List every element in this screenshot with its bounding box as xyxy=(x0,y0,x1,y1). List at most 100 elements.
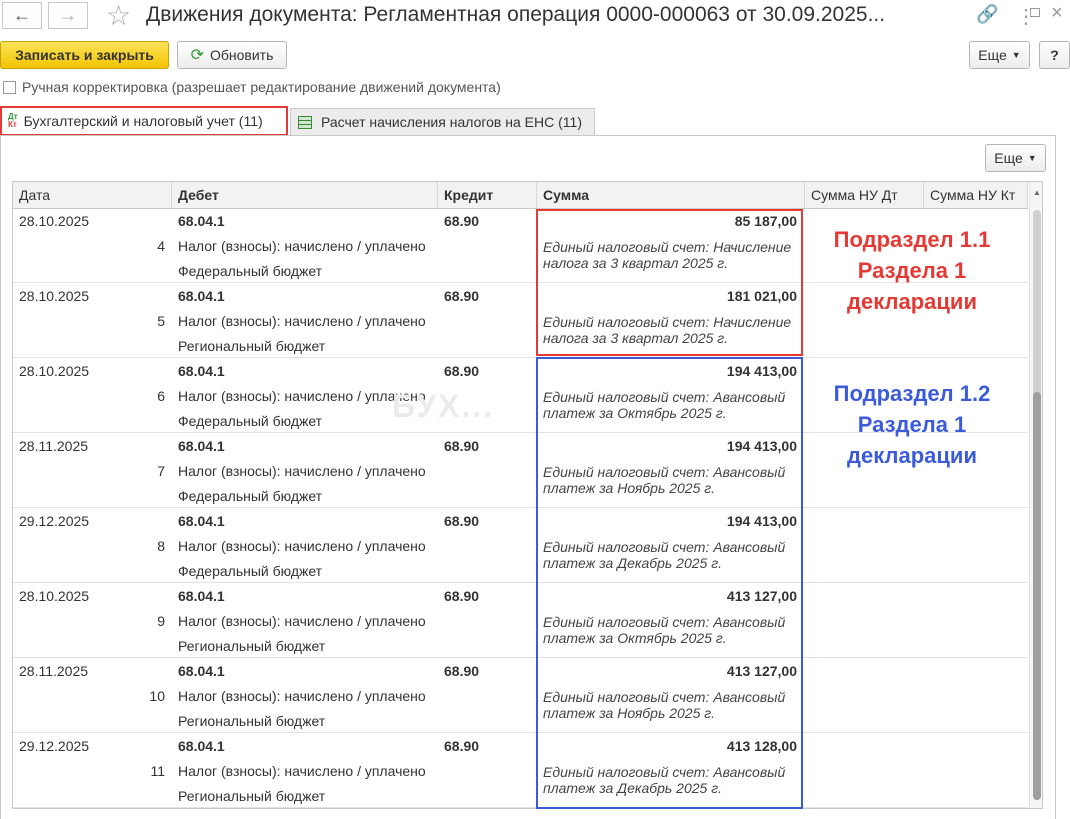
cell-credit-account: 68.90 xyxy=(444,363,480,379)
star-icon[interactable]: ☆ xyxy=(106,0,131,32)
section-1-2-highlight xyxy=(536,357,803,809)
section-1-1-line: Раздела 1 xyxy=(857,258,967,283)
tab-ens-label: Расчет начисления налогов на ЕНС (11) xyxy=(321,114,582,130)
tab-accounting[interactable]: Дт Кт Бухгалтерский и налоговый учет (11) xyxy=(0,106,288,136)
refresh-icon: ⟳ xyxy=(190,47,204,64)
refresh-button[interactable]: ⟳ Обновить xyxy=(177,41,287,69)
cell-debit-subconto-1: Налог (взносы): начислено / уплачено xyxy=(178,613,426,629)
section-1-1-line: Подраздел 1.1 xyxy=(833,227,991,252)
table-header: Дата Дебет Кредит Сумма Сумма НУ Дт Сумм… xyxy=(13,182,1028,209)
cell-row-number: 11 xyxy=(150,763,165,779)
watermark: БУХ... xyxy=(392,388,495,424)
cell-debit-subconto-2: Региональный бюджет xyxy=(178,638,326,654)
cell-debit-account: 68.04.1 xyxy=(178,363,225,379)
section-1-1-line: декларации xyxy=(847,289,977,314)
cell-row-number: 7 xyxy=(157,463,165,479)
cell-row-number: 9 xyxy=(157,613,165,629)
cell-debit-account: 68.04.1 xyxy=(178,288,225,304)
cell-debit-subconto-2: Региональный бюджет xyxy=(178,338,326,354)
cell-debit-account: 68.04.1 xyxy=(178,588,225,604)
link-icon[interactable]: 🔗 xyxy=(976,4,998,25)
more-button[interactable]: Еще ▼ xyxy=(969,41,1030,69)
cell-credit-account: 68.90 xyxy=(444,738,480,754)
cell-debit-account: 68.04.1 xyxy=(178,738,225,754)
forward-button[interactable]: → xyxy=(48,2,88,29)
cell-credit-account: 68.90 xyxy=(444,438,480,454)
cell-debit-subconto-2: Федеральный бюджет xyxy=(178,263,323,279)
column-header-credit[interactable]: Кредит xyxy=(438,182,537,208)
cell-credit-account: 68.90 xyxy=(444,588,480,604)
table-icon xyxy=(298,115,312,129)
cell-debit-subconto-1: Налог (взносы): начислено / уплачено xyxy=(178,238,426,254)
cell-row-number: 5 xyxy=(157,313,165,329)
cell-date: 28.10.2025 xyxy=(19,588,90,604)
cell-debit-subconto-1: Налог (взносы): начислено / уплачено xyxy=(178,688,426,704)
table-row[interactable]: 28.10.2025 9 68.04.1 Налог (взносы): начисл… xyxy=(13,583,1028,658)
tab-accounting-label: Бухгалтерский и налоговый учет (11) xyxy=(23,113,263,129)
table-row[interactable]: 29.12.2025 11 68.04.1 Налог (взносы): начис… xyxy=(13,733,1028,808)
section-1-2-note: Подраздел 1.2 Раздела 1 декларации xyxy=(812,378,1012,471)
section-1-1-highlight xyxy=(536,209,803,356)
manual-correction-label: Ручная корректировка (разрешает редактир… xyxy=(22,79,501,95)
cell-credit-account: 68.90 xyxy=(444,288,480,304)
cell-row-number: 8 xyxy=(157,538,165,554)
section-1-1-note: Подраздел 1.1 Раздела 1 декларации xyxy=(812,224,1012,317)
maximize-icon[interactable] xyxy=(1030,8,1040,17)
dt-kt-icon: Дт Кт xyxy=(8,112,18,129)
cell-debit-subconto-2: Федеральный бюджет xyxy=(178,413,323,429)
cell-debit-subconto-1: Налог (взносы): начислено / уплачено xyxy=(178,313,426,329)
cell-debit-subconto-1: Налог (взносы): начислено / уплачено xyxy=(178,388,426,404)
cell-debit-subconto-2: Региональный бюджет xyxy=(178,713,326,729)
table-row[interactable]: 28.11.2025 10 68.04.1 Налог (взносы): начис… xyxy=(13,658,1028,733)
column-header-debit[interactable]: Дебет xyxy=(172,182,438,208)
cell-date: 29.12.2025 xyxy=(19,513,90,529)
tab-ens[interactable]: Расчет начисления налогов на ЕНС (11) xyxy=(290,108,595,135)
cell-date: 28.10.2025 xyxy=(19,288,90,304)
help-button[interactable]: ? xyxy=(1039,41,1070,69)
chevron-down-icon: ▼ xyxy=(1027,153,1037,163)
cell-debit-subconto-1: Налог (взносы): начислено / уплачено xyxy=(178,763,426,779)
cell-debit-account: 68.04.1 xyxy=(178,663,225,679)
vertical-scrollbar[interactable]: ▲ xyxy=(1029,182,1042,808)
cell-credit-account: 68.90 xyxy=(444,213,480,229)
close-icon[interactable]: × xyxy=(1051,2,1063,25)
section-1-2-line: декларации xyxy=(847,443,977,468)
cell-debit-subconto-1: Налог (взносы): начислено / уплачено xyxy=(178,463,426,479)
save-and-close-button[interactable]: Записать и закрыть xyxy=(0,41,169,69)
table-row[interactable]: 29.12.2025 8 68.04.1 Налог (взносы): начисл… xyxy=(13,508,1028,583)
column-header-amount[interactable]: Сумма xyxy=(537,182,805,208)
cell-row-number: 4 xyxy=(157,238,165,254)
cell-debit-account: 68.04.1 xyxy=(178,513,225,529)
more-label: Еще xyxy=(978,47,1007,63)
chevron-down-icon: ▼ xyxy=(1011,50,1021,60)
cell-date: 28.10.2025 xyxy=(19,363,90,379)
cell-row-number: 10 xyxy=(149,688,165,704)
section-1-2-line: Раздела 1 xyxy=(857,412,967,437)
cell-date: 29.12.2025 xyxy=(19,738,90,754)
cell-debit-subconto-2: Федеральный бюджет xyxy=(178,563,323,579)
back-button[interactable]: ← xyxy=(2,2,42,29)
manual-correction-checkbox[interactable] xyxy=(3,81,16,94)
column-header-nu-dt[interactable]: Сумма НУ Дт xyxy=(805,182,924,208)
cell-debit-subconto-2: Федеральный бюджет xyxy=(178,488,323,504)
cell-date: 28.11.2025 xyxy=(19,663,89,679)
cell-row-number: 6 xyxy=(157,388,165,404)
scrollbar-thumb[interactable] xyxy=(1033,392,1041,800)
panel-more-button[interactable]: Еще ▼ xyxy=(985,144,1046,172)
cell-debit-account: 68.04.1 xyxy=(178,213,225,229)
window-title: Движения документа: Регламентная операци… xyxy=(146,3,886,26)
cell-credit-account: 68.90 xyxy=(444,663,480,679)
cell-debit-subconto-1: Налог (взносы): начислено / уплачено xyxy=(178,538,426,554)
column-header-date[interactable]: Дата xyxy=(13,182,172,208)
arrow-right-icon: → xyxy=(59,5,77,25)
refresh-label: Обновить xyxy=(210,47,274,63)
cell-date: 28.11.2025 xyxy=(19,438,89,454)
chevron-up-icon[interactable]: ▲ xyxy=(1033,188,1041,197)
cell-debit-account: 68.04.1 xyxy=(178,438,225,454)
title-bar: ← → ☆ Движения документа: Регламентная о… xyxy=(0,0,1070,34)
column-header-nu-kt[interactable]: Сумма НУ Кт xyxy=(924,182,1028,208)
cell-date: 28.10.2025 xyxy=(19,213,90,229)
panel-more-label: Еще xyxy=(994,150,1023,166)
cell-credit-account: 68.90 xyxy=(444,513,480,529)
cell-debit-subconto-2: Региональный бюджет xyxy=(178,788,326,804)
